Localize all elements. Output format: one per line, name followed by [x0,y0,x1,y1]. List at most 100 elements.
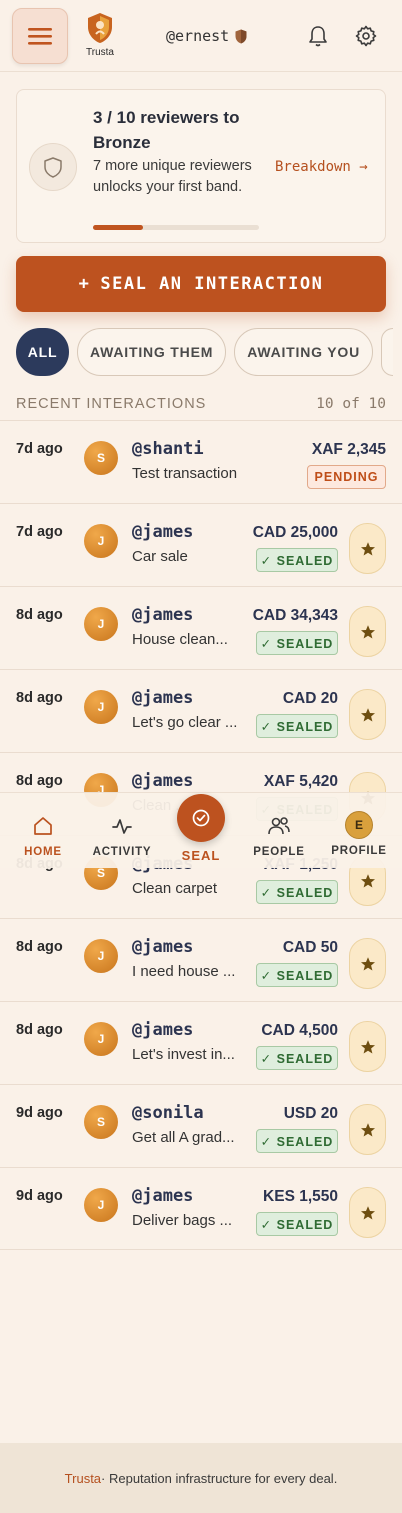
avatar: J [84,939,118,973]
status-badge: ✓ SEALED [256,548,338,572]
gear-icon[interactable] [354,24,378,48]
tab-awaiting-them[interactable]: AWAITING THEM [77,328,227,376]
review-star-button[interactable] [349,523,386,574]
interaction-handle: @james [132,937,194,957]
interaction-time: 8d ago [16,1022,63,1038]
nav-people[interactable]: PEOPLE [239,793,319,858]
interaction-amount: KES 1,550 [263,1188,338,1205]
hamburger-icon [28,28,52,45]
interaction-handle: @james [132,605,194,625]
nav-home-label: HOME [24,846,62,858]
avatar: E [345,811,373,839]
section-count: 10 of 10 [316,396,386,412]
check-circle-icon [192,809,210,827]
star-icon [360,1122,375,1136]
star-icon [360,956,375,970]
interaction-note: Let's go clear ... [132,714,238,731]
footer-brand[interactable]: Trusta [65,1471,101,1486]
interaction-time: 7d ago [16,441,63,457]
status-badge: ✓ SEALED [256,631,338,655]
review-star-button[interactable] [349,1104,386,1155]
interaction-handle: @james [132,522,194,542]
interaction-handle: @james [132,688,194,708]
interaction-handle: @james [132,1186,194,1206]
home-icon [34,817,52,835]
status-badge: ✓ SEALED [256,1129,338,1153]
status-badge: ✓ SEALED [256,1046,338,1070]
star-icon [360,1205,375,1219]
progress-bar-fill [93,225,143,230]
trusta-shield-icon [88,13,112,43]
list-item[interactable]: 7d ago S @shanti Test transaction XAF 2,… [0,420,402,503]
interaction-note: I need house ... [132,963,236,980]
nav-seal-label: SEAL [181,848,221,863]
avatar: J [84,607,118,641]
nav-home[interactable]: HOME [3,793,83,858]
list-item[interactable]: 9d ago J @james Deliver bags ... KES 1,5… [0,1167,402,1250]
interaction-amount: CAD 50 [282,939,338,956]
interaction-note: Deliver bags ... [132,1212,233,1229]
tab-awaiting-you[interactable]: AWAITING YOU [234,328,373,376]
review-star-button[interactable] [349,689,386,740]
avatar: J [84,1188,118,1222]
seal-button-label: SEAL AN INTERACTION [100,274,324,294]
brand-name: Trusta [86,47,114,58]
shield-outline-icon [44,156,62,178]
nav-seal-button[interactable] [177,794,225,842]
avatar: S [84,1105,118,1139]
interaction-amount: CAD 4,500 [261,1022,338,1039]
interaction-handle: @james [132,771,194,791]
avatar: S [84,441,118,475]
list-item[interactable]: 8d ago J @james Let's invest in... CAD 4… [0,1001,402,1084]
review-star-button[interactable] [349,606,386,657]
interaction-amount: CAD 34,343 [252,607,338,624]
interaction-amount: XAF 2,345 [311,441,386,458]
interaction-time: 8d ago [16,939,63,955]
brand-logo[interactable]: Trusta [80,12,120,58]
list-item[interactable]: 9d ago S @sonila Get all A grad... USD 2… [0,1084,402,1167]
badge-shield-icon [235,29,247,43]
review-star-button[interactable] [349,1021,386,1072]
interaction-note: Car sale [132,548,188,565]
seal-interaction-button[interactable]: + SEAL AN INTERACTION [16,256,386,312]
interaction-time: 9d ago [16,1188,63,1204]
nav-activity[interactable]: ACTIVITY [82,793,162,858]
tab-all[interactable]: ALL [16,328,69,376]
list-item[interactable]: 8d ago J @james I need house ... CAD 50 … [0,918,402,1001]
avatar: J [84,690,118,724]
footer-tagline: · Reputation infrastructure for every de… [101,1470,338,1486]
list-item[interactable]: 7d ago J @james Car sale CAD 25,000 ✓ SE… [0,503,402,586]
bell-icon[interactable] [307,24,329,48]
list-item[interactable]: 8d ago J @james House clean... CAD 34,34… [0,586,402,669]
interaction-time: 8d ago [16,607,63,623]
interaction-handle: @sonila [132,1103,204,1123]
interaction-time: 7d ago [16,524,63,540]
interaction-note: House clean... [132,631,228,648]
star-icon [360,1039,375,1053]
nav-profile[interactable]: E PROFILE [319,793,399,857]
interaction-handle: @shanti [132,439,204,459]
review-star-button[interactable] [349,1187,386,1238]
list-item[interactable]: 8d ago J @james Let's go clear ... CAD 2… [0,669,402,752]
people-icon [268,817,290,835]
star-icon [360,707,375,721]
section-title: RECENT INTERACTIONS [16,396,207,412]
username-display[interactable]: @ernest [166,27,247,45]
interaction-note: Get all A grad... [132,1129,235,1146]
review-star-button[interactable] [349,938,386,989]
interaction-note: Let's invest in... [132,1046,235,1063]
status-badge: ✓ SEALED [256,963,338,987]
breakdown-link[interactable]: Breakdown → [275,159,368,175]
filter-tabs: ALL AWAITING THEM AWAITING YOU [16,328,393,376]
star-icon [360,873,375,887]
interaction-time: 9d ago [16,1105,63,1121]
tab-overflow[interactable] [380,328,393,376]
status-badge: PENDING [307,465,386,489]
menu-button[interactable] [12,8,68,64]
nav-profile-label: PROFILE [331,845,387,857]
interaction-amount: CAD 20 [282,690,338,707]
status-badge: ✓ SEALED [256,1212,338,1236]
bottom-nav: HOME ACTIVITY SEAL PEOPLE E PROFILE [0,792,402,868]
avatar: J [84,1022,118,1056]
username-text: @ernest [166,27,230,45]
